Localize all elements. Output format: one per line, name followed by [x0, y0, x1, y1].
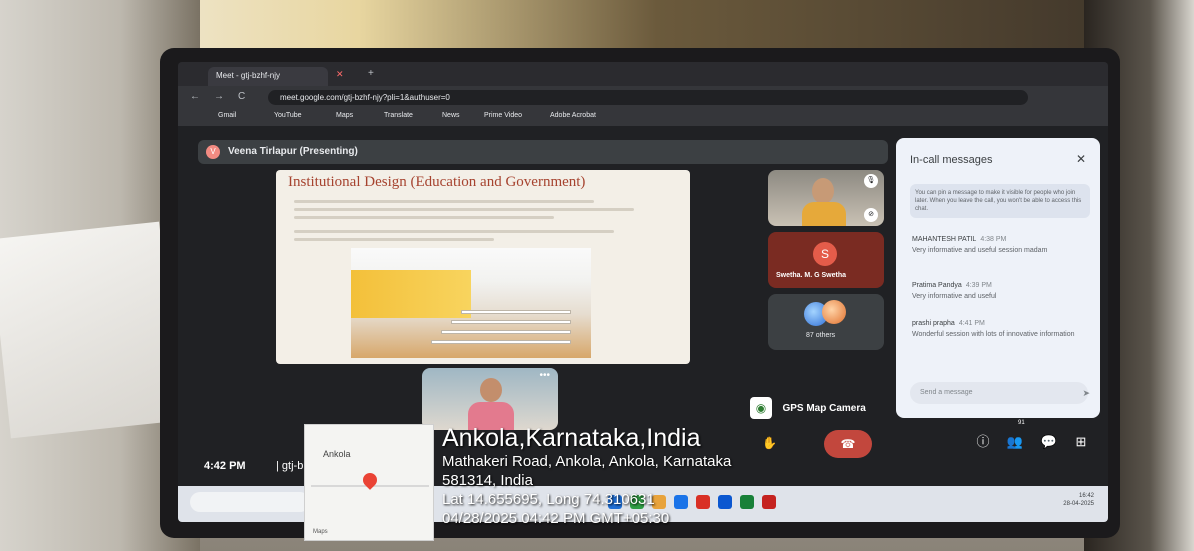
chat-icon[interactable]: 💬 — [1038, 431, 1060, 453]
slide-text-line — [294, 230, 614, 233]
mic-icon: 🎙 — [864, 174, 878, 188]
desk — [461, 310, 571, 314]
bookmark-prime-video[interactable]: Prime Video — [484, 112, 522, 119]
new-tab-button[interactable]: + — [368, 68, 374, 79]
meeting-code: | gtj-b — [276, 460, 304, 472]
classroom-photo — [351, 248, 591, 358]
slide-text-line — [294, 238, 494, 241]
geotag-location: Ankola,Karnataka,India — [442, 424, 701, 452]
more-options-icon[interactable]: ••• — [539, 370, 550, 381]
slide-text-line — [294, 208, 634, 211]
gps-map-thumbnail: Ankola Maps — [304, 424, 434, 541]
chat-message: prashi prapha 4:41 PM Wonderful session w… — [912, 320, 1092, 339]
message-author: prashi prapha — [912, 320, 955, 327]
browser-tab-bar: Meet - gtj-bzhf-njy ✕ + — [178, 62, 1108, 86]
geotag-address-postal: 581314, India — [442, 472, 533, 489]
participant-tile-swetha[interactable]: S Swetha. M. G Swetha — [768, 232, 884, 288]
chat-message: MAHANTESH PATIL 4:38 PM Very informative … — [912, 236, 1092, 255]
bookmark-adobe-acrobat[interactable]: Adobe Acrobat — [550, 112, 596, 119]
self-face — [480, 378, 502, 402]
bookmark-translate[interactable]: Translate — [384, 112, 413, 119]
bookmark-youtube[interactable]: YouTube — [274, 112, 302, 119]
presenter-avatar: V — [206, 145, 220, 159]
map-logo: Maps — [313, 529, 328, 535]
presenter-name: Veena Tirlapur (Presenting) — [228, 146, 358, 157]
slide-text-line — [294, 200, 594, 203]
map-city-label: Ankola — [323, 449, 351, 459]
clock-time: 16:42 — [1078, 493, 1094, 499]
desk — [431, 340, 571, 344]
reload-icon[interactable]: C — [238, 91, 245, 102]
message-time: 4:41 PM — [958, 320, 985, 327]
bookmark-gmail[interactable]: Gmail — [218, 112, 236, 119]
slide-text-line — [294, 216, 554, 219]
avatar — [822, 300, 846, 324]
back-icon[interactable]: ← — [190, 91, 200, 102]
browser-tab[interactable]: Meet - gtj-bzhf-njy — [208, 67, 328, 86]
message-text: Very informative and useful session mada… — [912, 247, 1048, 254]
message-text: Very informative and useful — [912, 293, 997, 300]
presenting-bar: V Veena Tirlapur (Presenting) — [198, 140, 888, 164]
info-icon[interactable]: ⓘ — [972, 431, 994, 453]
participant-name: Swetha. M. G Swetha — [776, 272, 847, 279]
taskbar-clock[interactable]: 16:42 28-04-2025 — [1063, 492, 1094, 508]
participant-tile-presenter[interactable]: 🎙 ⊘ — [768, 170, 884, 226]
send-icon[interactable]: ➤ — [1082, 388, 1090, 399]
close-icon[interactable]: ✕ — [1076, 152, 1086, 166]
desk — [451, 320, 571, 324]
classroom-wall — [351, 270, 471, 318]
desk — [441, 330, 571, 334]
message-time: 4:38 PM — [980, 236, 1007, 243]
avatar: S — [813, 242, 837, 266]
taskbar-search[interactable] — [190, 492, 310, 512]
others-count: 87 others — [806, 332, 836, 339]
bookmark-news[interactable]: News — [442, 112, 460, 119]
participant-body — [802, 202, 846, 226]
activities-icon[interactable]: ⊞ — [1070, 431, 1092, 453]
people-count-badge: 91 — [1018, 420, 1025, 426]
geotag-coordinates: Lat 14.655695, Long 74.310631 — [442, 491, 655, 508]
bookmarks-bar: Gmail YouTube Maps Translate News Prime … — [178, 108, 1108, 126]
url-input[interactable]: meet.google.com/gtj-bzhf-njy?pli=1&authu… — [268, 90, 1028, 105]
chat-title: In-call messages — [910, 154, 993, 166]
participant-face — [812, 178, 834, 204]
message-author: MAHANTESH PATIL — [912, 236, 977, 243]
gps-camera-badge: ◉ GPS Map Camera — [750, 397, 866, 419]
shared-slide: Institutional Design (Education and Gove… — [276, 170, 690, 364]
slide-title: Institutional Design (Education and Gove… — [288, 174, 586, 190]
bookmark-maps[interactable]: Maps — [336, 112, 353, 119]
chat-notice: You can pin a message to make it visible… — [910, 184, 1090, 218]
participant-tile-others[interactable]: 87 others — [768, 294, 884, 350]
geotag-address: Mathakeri Road, Ankola, Ankola, Karnatak… — [442, 453, 732, 470]
message-author: Pratima Pandya — [912, 282, 962, 289]
message-time: 4:39 PM — [965, 282, 992, 289]
clock-date: 28-04-2025 — [1063, 501, 1094, 507]
paper-sheet — [0, 221, 180, 439]
meeting-time: 4:42 PM — [204, 460, 246, 472]
message-input[interactable]: Send a message — [910, 382, 1088, 404]
self-view-tile[interactable]: ••• — [422, 368, 558, 430]
gps-camera-icon: ◉ — [750, 397, 772, 419]
address-bar: ← → C meet.google.com/gtj-bzhf-njy?pli=1… — [178, 86, 1108, 108]
geotag-datetime: 04/28/2025 04:42 PM GMT+05:30 — [442, 510, 670, 527]
forward-icon[interactable]: → — [214, 91, 224, 102]
people-icon[interactable]: 👥 — [1004, 431, 1026, 453]
chat-panel: In-call messages ✕ You can pin a message… — [896, 138, 1100, 418]
geotag-overlay: Ankola,Karnataka,India Mathakeri Road, A… — [442, 424, 962, 528]
close-icon[interactable]: ✕ — [336, 69, 344, 80]
chat-message: Pratima Pandya 4:39 PM Very informative a… — [912, 282, 1092, 301]
pin-icon[interactable]: ⊘ — [864, 208, 878, 222]
gps-camera-label: GPS Map Camera — [782, 402, 866, 414]
message-text: Wonderful session with lots of innovativ… — [912, 331, 1075, 338]
